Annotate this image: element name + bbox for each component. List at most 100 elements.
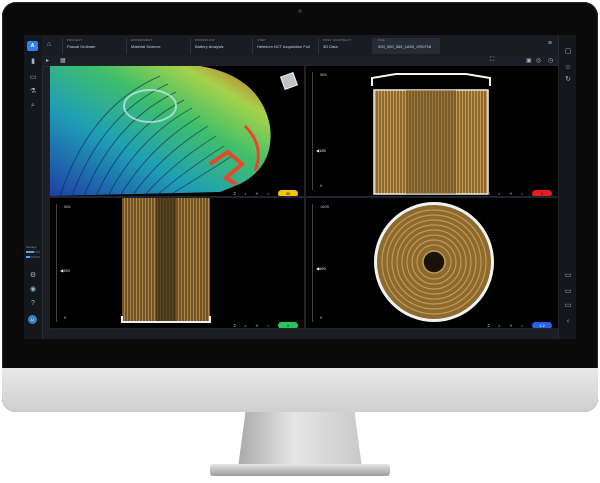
storage-label: Storage	[26, 245, 37, 249]
chart-icon[interactable]: ▮	[27, 57, 39, 67]
layers-icon[interactable]: ◐	[498, 191, 500, 196]
home-view-icon[interactable]: ⌂	[521, 191, 523, 196]
breadcrumb-key: PROJECT	[67, 38, 83, 42]
depth-axis	[56, 204, 57, 322]
slice-value: 699	[319, 266, 326, 271]
layout-icon[interactable]: ▣	[526, 57, 532, 64]
window-level-badge[interactable]: 1	[278, 322, 298, 328]
viewport-axial[interactable]: 585 ◀195 0 ⌗ ◐ ☀ ⌂ 1	[305, 65, 559, 197]
storage-bar-fill	[26, 251, 34, 253]
app-logo[interactable]: A	[27, 41, 38, 51]
breadcrumb-key: FILE	[378, 38, 386, 42]
light-icon[interactable]: ☀	[255, 191, 259, 196]
home-view-icon[interactable]: ⌂	[267, 191, 269, 196]
breadcrumb-experiment[interactable]: EXPERIMENT Material Science	[126, 38, 191, 54]
avatar[interactable]: U	[28, 315, 37, 324]
battery-cross-section	[371, 73, 491, 195]
axis-min-label: 0	[320, 315, 323, 320]
breadcrumb-value: Material Science	[131, 44, 161, 49]
folder-icon[interactable]: ▭	[27, 73, 39, 83]
refresh-icon[interactable]: ↻	[562, 75, 574, 85]
light-icon[interactable]: ☀	[255, 323, 259, 328]
breadcrumb-key: WORKFLOW	[195, 38, 215, 42]
breadcrumb-snapshot[interactable]: PREV SNAPSHOT 3D Data	[318, 38, 375, 54]
breadcrumb-key: EXPERIMENT	[131, 38, 153, 42]
top-header: ⌂ PROJECT Pascal Ordinate EXPERIMENT Mat…	[42, 35, 558, 57]
layers-icon[interactable]: ◐	[498, 323, 500, 328]
panel-icon[interactable]: ▭	[562, 301, 574, 311]
axis-max-label: 585	[320, 72, 327, 77]
axis-min-label: 0	[320, 183, 323, 188]
globe-icon[interactable]: ◉	[27, 285, 39, 295]
viewport-controls: ⌗ ◐ ☀ ⌂ 30	[233, 185, 298, 196]
light-icon[interactable]: ☀	[509, 191, 513, 196]
menu-icon[interactable]: ≡	[548, 40, 552, 47]
light-icon[interactable]: ☀	[509, 323, 513, 328]
monitor-chin	[2, 368, 598, 412]
battery-3d-render	[50, 66, 271, 196]
viewport-3d[interactable]: ⌗ ◐ ☀ ⌂ 30	[49, 65, 305, 197]
chat-icon[interactable]: ▢	[562, 47, 574, 57]
window-level-badge[interactable]: 30	[278, 190, 298, 196]
viewport-sagittal[interactable]: 1605 ◀699 0 ⌗ ◐ ☀ ⌂ 1 2	[305, 197, 559, 329]
viewport-controls: ⌗ ◐ ☀ ⌂ 1	[233, 317, 298, 328]
storage-bar-2	[26, 256, 40, 258]
fullscreen-icon[interactable]: ⛶	[490, 57, 494, 64]
grid-layout-icon[interactable]: ▦	[60, 57, 66, 64]
battery-longitudinal-section	[121, 198, 211, 323]
storage-bar-fill	[26, 256, 31, 258]
breadcrumb-key: STEP	[257, 38, 266, 42]
slice-marker[interactable]: ◀253	[60, 268, 70, 273]
flask-icon[interactable]: ⚗	[27, 87, 39, 97]
crop-icon[interactable]: ⌗	[487, 323, 489, 328]
gear-icon[interactable]: ⚙	[27, 271, 39, 281]
axis-min-label: 0	[64, 315, 67, 320]
viewport-coronal[interactable]: 585 ◀253 0 ⌗ ◐ ☀ ⌂ 1	[49, 197, 305, 329]
breadcrumb-value: Pascal Ordinate	[67, 44, 96, 49]
window-level-badge[interactable]: 1 2	[532, 322, 552, 328]
depth-axis	[312, 204, 313, 322]
breadcrumb-file[interactable]: FILE 000_000_365_1A00_OR0716	[372, 38, 440, 54]
breadcrumb-value: 3D Data	[323, 44, 338, 49]
users-icon[interactable]: ☺	[562, 63, 574, 73]
storage-bar-1	[26, 251, 40, 253]
history-icon[interactable]: ◷	[548, 57, 553, 64]
monitor-stand-neck	[238, 412, 362, 468]
monitor-stand-foot	[210, 464, 390, 476]
breadcrumb-key: PREV SNAPSHOT	[323, 38, 352, 42]
breadcrumb-step[interactable]: STEP Helmium NCT Acquisition Full	[252, 38, 319, 54]
slice-marker[interactable]: ◀195	[316, 148, 326, 153]
right-sidebar: ▢ ☺ ↻ ▭ ▭ ▭ ‹	[558, 35, 576, 339]
collapse-icon[interactable]: ‹	[562, 317, 574, 327]
home-view-icon[interactable]: ⌂	[521, 323, 523, 328]
settings-icon[interactable]: ◎	[536, 57, 541, 64]
sidebar-toggle-icon[interactable]: ▸	[46, 57, 49, 64]
camera-icon	[298, 9, 302, 13]
panel-icon[interactable]: ▭	[562, 271, 574, 281]
app-window: A ▮ ▭ ⚗ ⌕ Storage ⚙ ◉ ? U ⌂ PROJECT Pasc…	[24, 35, 576, 339]
slice-marker[interactable]: ◀699	[316, 266, 326, 271]
breadcrumb-workflow[interactable]: WORKFLOW Battery Analysis	[190, 38, 253, 54]
depth-axis	[312, 72, 313, 190]
window-level-badge[interactable]: 1	[532, 190, 552, 196]
panel-icon[interactable]: ▭	[562, 287, 574, 297]
help-icon[interactable]: ?	[27, 299, 39, 309]
viewport-controls: ⌗ ◐ ☀ ⌂ 1	[487, 185, 552, 196]
axis-max-label: 1605	[320, 204, 329, 209]
breadcrumb-value: 000_000_365_1A00_OR0716	[378, 44, 432, 49]
home-icon[interactable]: ⌂	[47, 41, 51, 48]
breadcrumb-project[interactable]: PROJECT Pascal Ordinate	[62, 38, 127, 54]
breadcrumb-value: Battery Analysis	[195, 44, 224, 49]
layers-icon[interactable]: ◐	[244, 323, 246, 328]
crop-icon[interactable]: ⌗	[233, 323, 235, 328]
crop-icon[interactable]: ⌗	[487, 191, 489, 196]
left-sidebar: A ▮ ▭ ⚗ ⌕ Storage ⚙ ◉ ? U	[24, 35, 43, 339]
breadcrumb-value: Helmium NCT Acquisition Full	[257, 44, 310, 49]
crop-icon[interactable]: ⌗	[233, 191, 235, 196]
viewport-controls: ⌗ ◐ ☀ ⌂ 1 2	[487, 317, 552, 328]
battery-spiral-section	[374, 202, 494, 322]
home-view-icon[interactable]: ⌂	[267, 323, 269, 328]
search-icon[interactable]: ⌕	[27, 101, 39, 111]
axis-max-label: 585	[64, 204, 71, 209]
layers-icon[interactable]: ◐	[244, 191, 246, 196]
